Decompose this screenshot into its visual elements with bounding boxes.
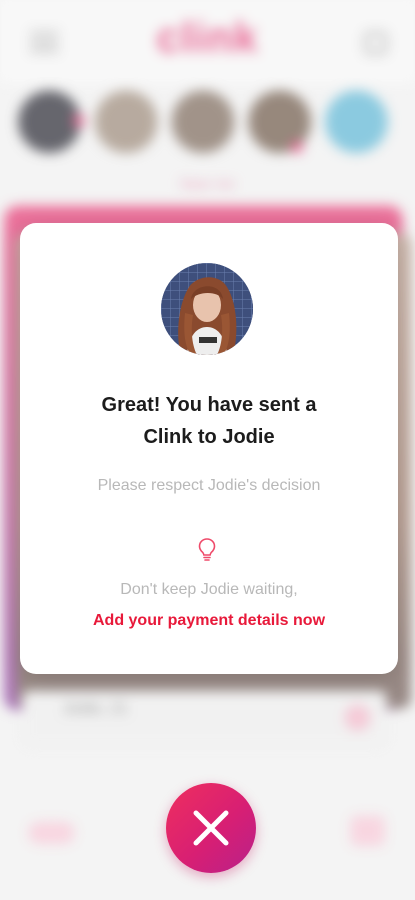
dialog-subtitle: Please respect Jodie's decision <box>97 477 321 494</box>
profile-photo <box>161 263 253 355</box>
close-icon <box>193 810 229 846</box>
lightbulb-icon <box>198 538 216 561</box>
dialog-title-line2: Clink to Jodie <box>143 426 275 448</box>
app-screen: clink Near me Jodie, 21 Great! You have … <box>0 0 415 900</box>
avatar-illustration <box>161 263 253 355</box>
close-button[interactable] <box>166 783 256 873</box>
clink-sent-dialog: Great! You have sent a Clink to Jodie Pl… <box>20 223 398 674</box>
add-payment-details-link[interactable]: Add your payment details now <box>30 612 388 630</box>
waiting-text: Don't keep Jodie waiting, <box>120 581 298 598</box>
dialog-title: Great! You have sent a Clink to Jodie <box>40 389 378 453</box>
dialog-title-line1: Great! You have sent a <box>101 394 317 416</box>
